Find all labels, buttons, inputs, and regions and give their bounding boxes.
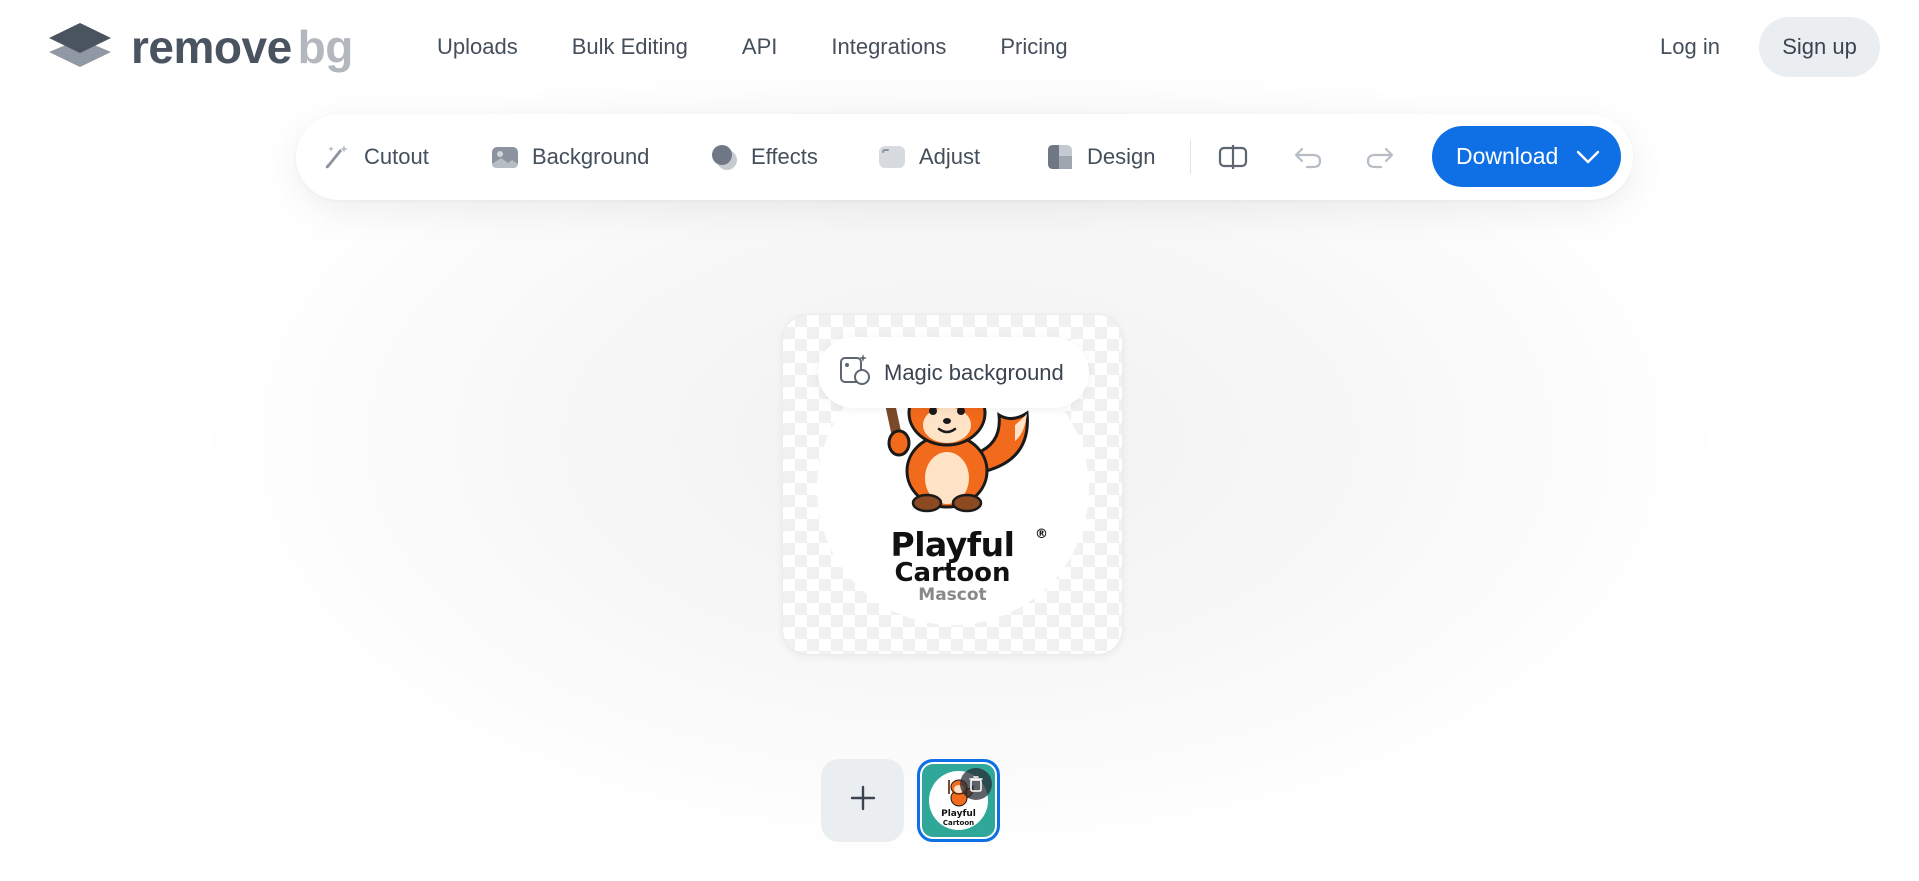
- nav-item-bulk-editing[interactable]: Bulk Editing: [545, 30, 715, 64]
- thumbnail-text-playful: Playful: [941, 809, 976, 819]
- redo-icon[interactable]: [1362, 139, 1398, 175]
- nav-item-api[interactable]: API: [715, 30, 804, 64]
- logo-word-bg: bg: [297, 21, 354, 73]
- chevron-down-icon[interactable]: [1576, 150, 1600, 164]
- tool-effects-label: Effects: [751, 144, 818, 169]
- tool-background-label: Background: [532, 144, 650, 169]
- image-thumbnail[interactable]: Playful Cartoon: [917, 759, 1000, 842]
- shadow-circles-icon: [709, 142, 739, 172]
- tool-background[interactable]: Background: [490, 114, 649, 200]
- nav-item-pricing[interactable]: Pricing: [973, 30, 1094, 64]
- plus-icon: [849, 784, 877, 817]
- compare-split-icon[interactable]: [1215, 139, 1251, 175]
- tool-cutout[interactable]: Cutout: [322, 114, 429, 200]
- image-text-cartoon: Cartoon: [894, 558, 1011, 588]
- tool-design[interactable]: Design: [1045, 114, 1155, 200]
- tool-effects[interactable]: Effects: [709, 114, 818, 200]
- thumbnail-text-cartoon: Cartoon: [942, 819, 975, 827]
- login-link[interactable]: Log in: [1660, 34, 1720, 60]
- add-image-button[interactable]: [821, 759, 904, 842]
- adjust-square-icon: [877, 142, 907, 172]
- tool-adjust[interactable]: Adjust: [877, 114, 980, 200]
- tool-design-label: Design: [1087, 144, 1156, 169]
- magic-background-label: Magic background: [884, 359, 1064, 385]
- signup-button[interactable]: Sign up: [1759, 17, 1880, 77]
- logo-word-remove: remove: [131, 21, 292, 73]
- image-text-mascot: Mascot: [918, 585, 987, 605]
- logo-text: remove bg: [131, 24, 353, 70]
- nav-item-uploads[interactable]: Uploads: [437, 30, 545, 64]
- undo-icon[interactable]: [1290, 139, 1326, 175]
- main-nav: Uploads Bulk Editing API Integrations Pr…: [437, 30, 1095, 64]
- tool-adjust-label: Adjust: [919, 144, 981, 169]
- image-text-registered: ®: [1035, 527, 1048, 542]
- design-layout-icon: [1045, 142, 1075, 172]
- trash-icon[interactable]: [960, 768, 992, 800]
- top-header: remove bg Uploads Bulk Editing API Integr…: [0, 0, 1919, 95]
- toolbar-divider: [1190, 140, 1191, 174]
- download-label: Download: [1456, 143, 1559, 169]
- layers-diamond-icon: [47, 21, 113, 74]
- nav-item-integrations[interactable]: Integrations: [804, 30, 973, 64]
- magic-brush-icon: [322, 142, 352, 172]
- image-icon: [490, 142, 520, 172]
- download-button[interactable]: Download: [1432, 126, 1621, 187]
- magic-background-button[interactable]: Magic background: [818, 337, 1089, 408]
- magic-background-icon: [838, 353, 872, 393]
- logo[interactable]: remove bg: [47, 22, 353, 72]
- tool-cutout-label: Cutout: [364, 144, 429, 169]
- editor-toolbar: Cutout Background Effects Adjust Design …: [296, 114, 1633, 200]
